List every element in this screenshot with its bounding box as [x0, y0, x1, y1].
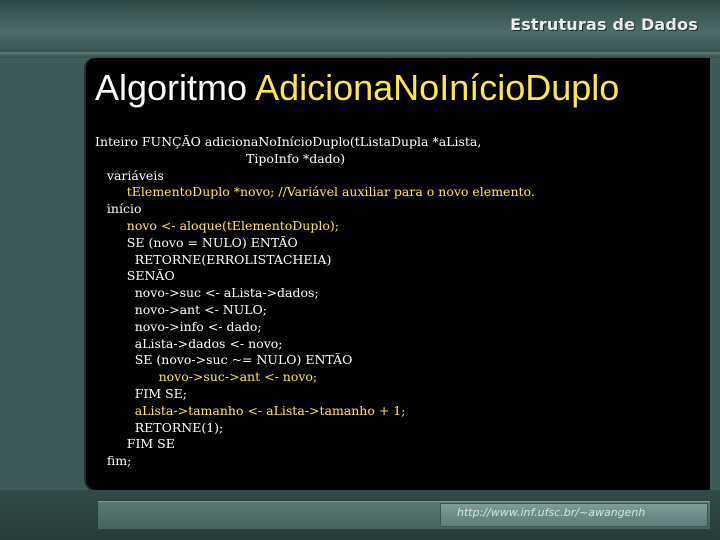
code-line: FIM SE; — [95, 385, 188, 401]
code-line: SE (novo->suc ~= NULO) ENTÃO — [95, 352, 353, 368]
code-line: RETORNE(1); — [95, 419, 224, 435]
slide-title: Algoritmo AdicionaNoInícioDuplo — [95, 64, 619, 112]
code-comment: //Variável auxiliar para o novo elemento… — [278, 184, 535, 200]
code-line: SE (novo = NULO) ENTÃO — [95, 234, 298, 250]
code-line: variáveis — [95, 167, 164, 183]
code-declaration: tElementoDuplo *novo; — [95, 184, 279, 200]
code-line: SENÃO — [95, 268, 175, 284]
code-line: início — [95, 201, 142, 217]
code-line: fim; — [95, 453, 132, 469]
slide-title-function: AdicionaNoInícioDuplo — [255, 67, 620, 108]
code-line: novo->suc->ant <- novo; — [95, 369, 318, 385]
code-line: novo <- aloque(tElementoDuplo); — [95, 217, 339, 233]
code-line: TipoInfo *dado) — [95, 150, 346, 166]
code-line: RETORNE(ERROLISTACHEIA) — [95, 251, 332, 267]
code-line: novo->info <- dado; — [95, 318, 262, 334]
code-line: Inteiro FUNÇÃO adicionaNoInícioDuplo(tLi… — [95, 134, 482, 149]
slide-title-prefix: Algoritmo — [95, 67, 248, 108]
code-line: aLista->tamanho <- aLista->tamanho + 1; — [95, 402, 406, 418]
code-line: FIM SE — [95, 436, 175, 452]
code-line: aLista->dados <- novo; — [95, 335, 283, 351]
footer-url[interactable]: http://www.inf.ufsc.br/~awangenh — [457, 506, 645, 519]
code-line: tElementoDuplo *novo; //Variável auxilia… — [95, 184, 535, 199]
code-line: novo->ant <- NULO; — [95, 301, 267, 317]
course-brand: Estruturas de Dados — [510, 15, 698, 34]
algorithm-code: Inteiro FUNÇÃO adicionaNoInícioDuplo(tLi… — [95, 134, 535, 470]
code-line: novo->suc <- aLista->dados; — [95, 285, 319, 301]
